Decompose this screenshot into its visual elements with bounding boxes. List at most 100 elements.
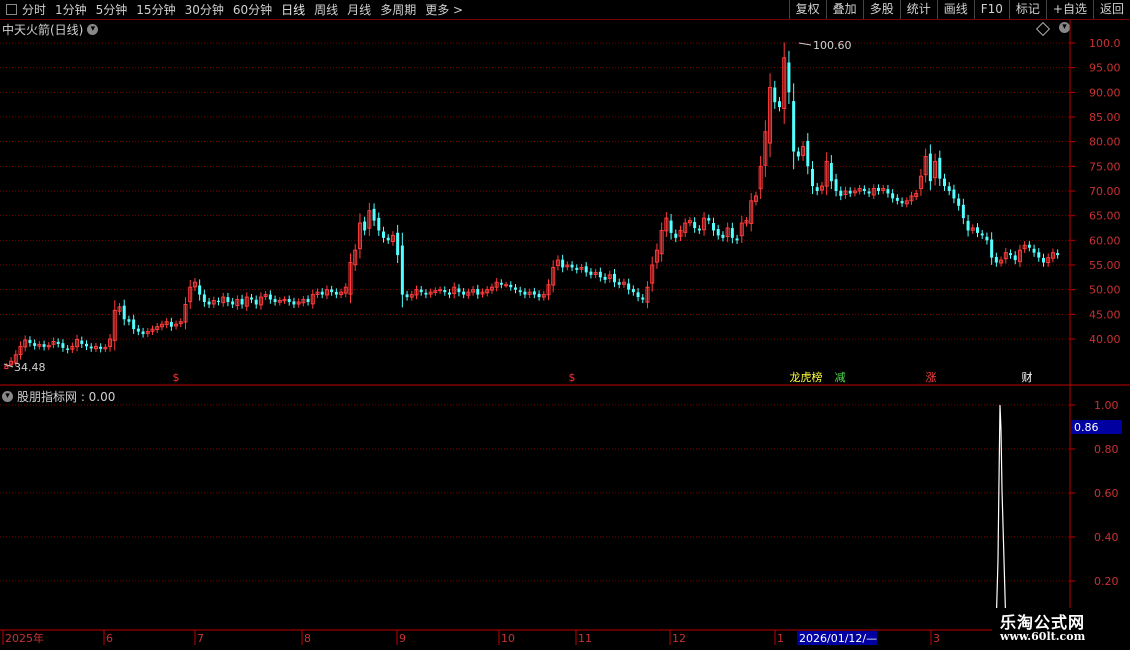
candle-body [169,321,173,327]
candle-body [273,299,277,302]
candle-body [217,300,220,302]
candle-body [584,266,588,273]
candle-body [886,189,890,194]
price-tick-label: 45.00 [1089,308,1121,321]
price-tick-label: 100.0 [1089,37,1121,50]
candle-body [985,236,989,241]
price-tick-label: 70.00 [1089,185,1121,198]
candle-body [509,284,513,288]
date-cursor-label: 2026/01/12/— [799,632,877,645]
candle-body [796,151,800,157]
candle-body [518,290,522,293]
candle-body [226,297,230,302]
candle-body [947,186,951,191]
candle-body [4,365,9,370]
candle-body [895,197,899,201]
candle-body [773,87,777,103]
price-tick-label: 95.00 [1089,62,1121,75]
candle-body [377,217,381,231]
candle-body [811,168,814,187]
candle-body [961,204,965,219]
candle-body [1056,253,1060,256]
candle-body [976,227,979,233]
candle-body [122,305,126,320]
candle-body [575,267,579,270]
price-tick-label: 80.00 [1089,136,1121,149]
candle-body [980,233,984,236]
indicator-tick-label: 0.80 [1094,443,1119,456]
candle-body [834,179,838,191]
price-tick-label: 85.00 [1089,111,1121,124]
indicator-tick-label: 1.00 [1094,399,1119,412]
date-label: 8 [304,632,311,645]
price-tick-label: 50.00 [1089,284,1121,297]
candle-body [815,187,819,191]
candle-body [1032,248,1036,253]
watermark-line2: www.60lt.com [1000,630,1086,643]
candle-body [254,299,258,305]
candle-body [438,289,443,292]
candle-body [641,297,645,300]
low-price-label: 34.48 [14,361,46,374]
candle-body [712,223,715,231]
candle-body [504,284,509,287]
candle-body [693,222,697,228]
candle-body [806,140,810,167]
candle-body [938,157,942,179]
candle-body [462,291,466,295]
event-marker[interactable]: 减 [835,371,846,384]
candle-body [141,331,145,335]
candle-body [292,301,296,305]
candle-body [457,288,461,293]
candle-body [523,291,527,295]
candle-body [56,341,60,344]
event-marker[interactable]: 涨 [926,371,937,384]
candle-body [1042,257,1045,263]
event-marker[interactable]: $ [569,371,576,384]
candle-body [735,238,739,241]
candle-body [320,291,324,295]
candle-body [570,264,574,268]
candle-body [334,291,338,295]
candle-body [33,343,37,346]
candle-body [532,291,536,295]
candle-body [603,276,607,280]
kline-chart[interactable]: 100.0 95.00 90.00 85.00 80.00 75.00 70.00 65.00… [0,0,1130,650]
candle-body [476,288,480,295]
candle-body [697,228,701,231]
event-marker[interactable]: 财 [1022,370,1033,384]
candle-body [848,190,852,194]
candle-body [85,343,88,347]
candle-body [631,288,635,293]
indicator-tick-label: 0.60 [1094,487,1119,500]
candle-body [1009,253,1012,256]
price-tick-label: 40.00 [1089,333,1121,346]
candle-body [396,232,400,256]
event-marker[interactable]: 龙虎榜 [790,370,823,384]
candle-body [867,191,871,194]
candle-body [363,221,367,231]
candle-body [891,193,895,199]
price-tick-label: 55.00 [1089,259,1121,272]
candle-body [829,162,833,182]
candle-body [928,153,932,182]
candle-body [839,190,843,196]
indicator-tick-label: 0.20 [1094,575,1119,588]
candle-body [330,289,334,293]
candle-body [66,348,70,350]
candle-body [792,101,796,152]
date-label: 7 [197,632,204,645]
event-marker[interactable]: $ [173,371,180,384]
indicator-line [995,404,1007,631]
candle-body [127,319,131,322]
candle-body [990,239,994,258]
candle-body [589,271,593,275]
candle-body [730,228,734,238]
candle-body [636,292,640,298]
indicator-value-label: 0.86 [1074,421,1099,434]
candle-body [537,293,541,298]
candle-body [943,178,946,187]
candle-body [268,294,272,300]
candle-body [877,187,880,191]
date-label: 6 [106,632,113,645]
